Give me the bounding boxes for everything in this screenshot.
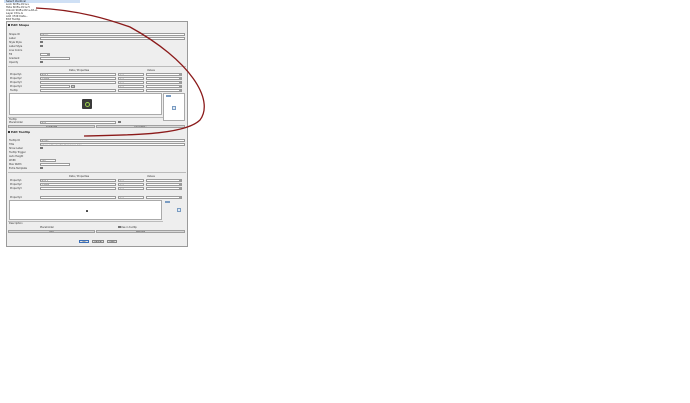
annotation-arrow — [35, 7, 205, 137]
annotation-curve — [35, 7, 205, 137]
